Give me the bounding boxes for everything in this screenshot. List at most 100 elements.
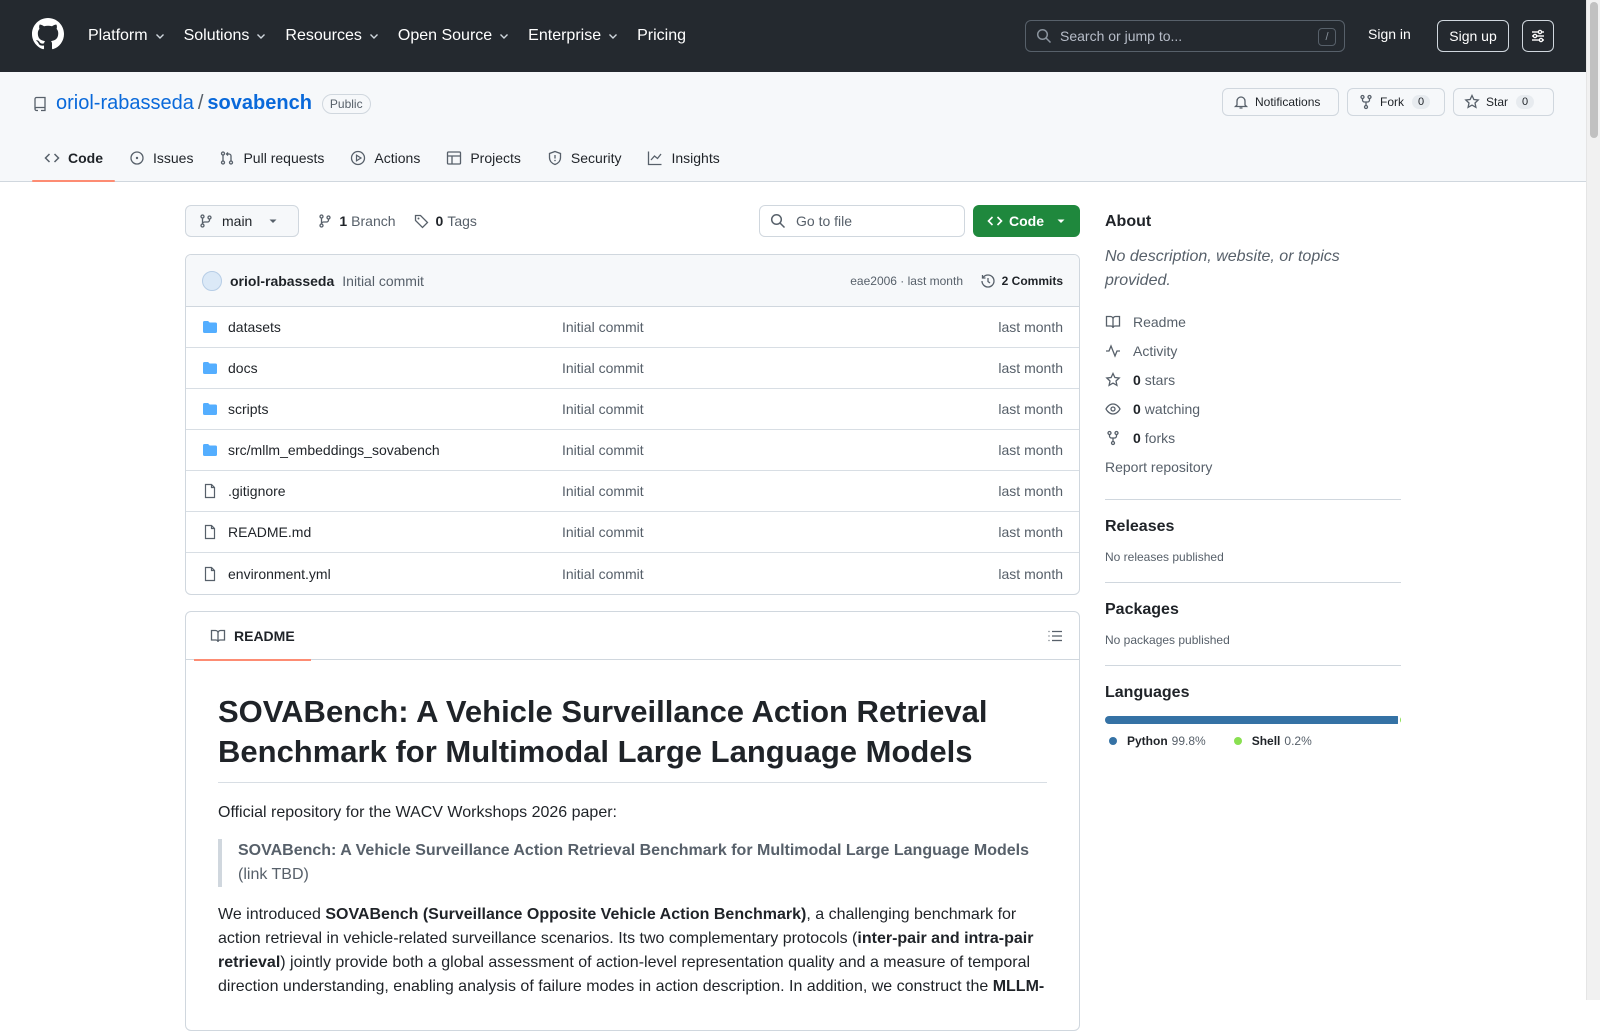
readme-intro: Official repository for the WACV Worksho… bbox=[218, 804, 617, 821]
readme-tab[interactable]: README bbox=[194, 612, 311, 661]
nav-resources[interactable]: Resources bbox=[285, 27, 379, 45]
pull-request-icon bbox=[221, 151, 234, 165]
language-item-python[interactable]: Python 99.8% bbox=[1109, 734, 1206, 748]
nav-enterprise[interactable]: Enterprise bbox=[528, 27, 619, 45]
notifications-label: Notifications bbox=[1255, 95, 1321, 109]
history-icon bbox=[980, 273, 995, 288]
packages-text: No packages published bbox=[1105, 633, 1230, 647]
file-row[interactable]: environment.yml Initial commit last month bbox=[186, 553, 1079, 594]
watching-link[interactable]: 0 watching bbox=[1105, 394, 1401, 423]
page-scrollbar[interactable] bbox=[1586, 0, 1600, 1000]
code-icon bbox=[987, 216, 1003, 226]
fork-icon bbox=[1107, 430, 1119, 445]
file-name-link[interactable]: environment.yml bbox=[228, 566, 331, 582]
file-commit-link[interactable]: Initial commit bbox=[562, 442, 644, 458]
nav-solutions[interactable]: Solutions bbox=[184, 27, 268, 45]
file-age: last month bbox=[998, 442, 1063, 458]
file-icon bbox=[204, 524, 216, 540]
file-row[interactable]: src/mllm_embeddings_sovabench Initial com… bbox=[186, 430, 1079, 471]
github-logo-icon[interactable] bbox=[32, 18, 64, 50]
file-age: last month bbox=[998, 483, 1063, 499]
file-commit-link[interactable]: Initial commit bbox=[562, 319, 644, 335]
file-name-link[interactable]: datasets bbox=[228, 319, 281, 335]
tab-code[interactable]: Code bbox=[32, 134, 115, 182]
repo-owner-link[interactable]: oriol-rabasseda bbox=[56, 92, 194, 115]
global-header: Platform Solutions Resources Open Source Ent… bbox=[0, 0, 1600, 72]
file-toolbar: main 1 Branch 0 Tags Go to file Code bbox=[185, 205, 1080, 237]
forks-link[interactable]: 0 forks bbox=[1105, 423, 1401, 452]
file-row[interactable]: docs Initial commit last month bbox=[186, 348, 1079, 389]
file-name-link[interactable]: README.md bbox=[228, 524, 311, 540]
menu-button[interactable] bbox=[1522, 20, 1554, 52]
search-icon bbox=[1036, 28, 1052, 44]
repo-name-link[interactable]: sovabench bbox=[207, 92, 311, 115]
releases-heading[interactable]: Releases bbox=[1105, 518, 1401, 536]
file-commit-link[interactable]: Initial commit bbox=[562, 483, 644, 499]
file-commit-link[interactable]: Initial commit bbox=[562, 401, 644, 417]
file-row[interactable]: datasets Initial commit last month bbox=[186, 307, 1079, 348]
p1-bold-f: MLLM- bbox=[992, 978, 1045, 995]
commit-meta[interactable]: eae2006 · last month bbox=[850, 274, 963, 288]
tab-security[interactable]: Security bbox=[535, 134, 634, 182]
tab-projects[interactable]: Projects bbox=[434, 134, 533, 182]
star-button[interactable]: Star 0 bbox=[1453, 88, 1554, 116]
file-name-link[interactable]: docs bbox=[228, 360, 258, 376]
tags-link[interactable]: 0 Tags bbox=[414, 213, 477, 229]
language-color-dot bbox=[1109, 737, 1117, 745]
go-to-file-input[interactable]: Go to file bbox=[759, 205, 965, 237]
notifications-button[interactable]: Notifications bbox=[1222, 88, 1339, 116]
commit-author-link[interactable]: oriol-rabasseda bbox=[230, 273, 334, 289]
file-row[interactable]: .gitignore Initial commit last month bbox=[186, 471, 1079, 512]
search-placeholder: Search or jump to... bbox=[1060, 28, 1183, 44]
nav-platform[interactable]: Platform bbox=[88, 27, 166, 45]
readme-link[interactable]: Readme bbox=[1105, 307, 1401, 336]
file-row[interactable]: README.md Initial commit last month bbox=[186, 512, 1079, 553]
tab-issues[interactable]: Issues bbox=[117, 134, 205, 182]
branch-label: Branch bbox=[351, 213, 396, 229]
file-row[interactable]: scripts Initial commit last month bbox=[186, 389, 1079, 430]
chevron-down-icon bbox=[500, 34, 509, 39]
tab-label: Actions bbox=[374, 150, 421, 166]
tab-insights[interactable]: Insights bbox=[635, 134, 731, 182]
code-button[interactable]: Code bbox=[973, 205, 1080, 237]
tab-pull-requests[interactable]: Pull requests bbox=[207, 134, 336, 182]
global-search-input[interactable]: Search or jump to... / bbox=[1025, 20, 1345, 52]
report-repository-link[interactable]: Report repository bbox=[1105, 452, 1401, 481]
branch-name: main bbox=[222, 213, 253, 229]
file-name-link[interactable]: .gitignore bbox=[228, 483, 286, 499]
commits-history-link[interactable]: 2 Commits bbox=[980, 273, 1063, 289]
language-list: Python 99.8% Shell 0.2% bbox=[1105, 734, 1401, 748]
branch-selector[interactable]: main bbox=[185, 205, 300, 237]
file-commit-link[interactable]: Initial commit bbox=[562, 566, 644, 582]
fork-icon bbox=[1360, 94, 1372, 110]
languages-section: Languages Python 99.8% Shell 0.2% bbox=[1105, 665, 1401, 748]
sliders-icon bbox=[1532, 29, 1544, 43]
star-count: 0 bbox=[1516, 95, 1535, 109]
list-icon[interactable] bbox=[1047, 628, 1063, 644]
pulse-icon bbox=[1106, 343, 1120, 358]
go-to-file-placeholder: Go to file bbox=[796, 213, 853, 229]
file-name-link[interactable]: scripts bbox=[228, 401, 268, 417]
language-bar-segment bbox=[1400, 716, 1401, 724]
packages-heading[interactable]: Packages bbox=[1105, 601, 1401, 619]
nav-pricing[interactable]: Pricing bbox=[637, 27, 686, 45]
activity-link[interactable]: Activity bbox=[1105, 336, 1401, 365]
commit-message-link[interactable]: Initial commit bbox=[342, 273, 424, 289]
branches-link[interactable]: 1 Branch bbox=[317, 213, 396, 229]
eye-icon bbox=[1105, 402, 1121, 415]
branch-icon bbox=[200, 214, 212, 228]
sign-in-link[interactable]: Sign in bbox=[1368, 26, 1411, 42]
sign-up-button[interactable]: Sign up bbox=[1437, 20, 1509, 52]
language-item-shell[interactable]: Shell 0.2% bbox=[1233, 734, 1312, 748]
fork-button[interactable]: Fork 0 bbox=[1347, 88, 1445, 116]
file-commit-link[interactable]: Initial commit bbox=[562, 360, 644, 376]
repo-actions: Notifications Fork 0 Star 0 bbox=[1214, 88, 1554, 116]
file-name-link[interactable]: src/mllm_embeddings_sovabench bbox=[228, 442, 440, 458]
file-commit-link[interactable]: Initial commit bbox=[562, 524, 644, 540]
play-icon bbox=[351, 150, 366, 166]
stars-link[interactable]: 0 stars bbox=[1105, 365, 1401, 394]
avatar[interactable] bbox=[202, 270, 222, 291]
nav-open-source[interactable]: Open Source bbox=[398, 27, 510, 45]
tab-actions[interactable]: Actions bbox=[338, 134, 432, 182]
scrollbar-thumb[interactable] bbox=[1590, 2, 1598, 138]
